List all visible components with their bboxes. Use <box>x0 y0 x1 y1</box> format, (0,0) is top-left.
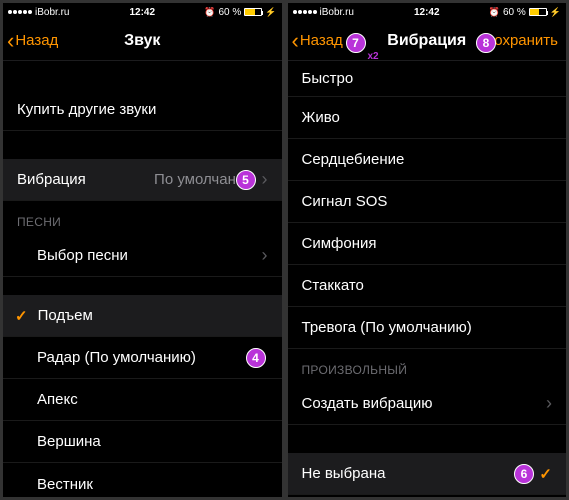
tone-row-apex[interactable]: Апекс <box>3 379 282 421</box>
battery-icon <box>529 8 547 16</box>
alarm-icon: ⏰ <box>204 7 215 18</box>
vibration-list[interactable]: Быстро Живо Сердцебиение Сигнал SOS Симф… <box>288 61 567 497</box>
battery-icon <box>244 8 262 16</box>
signal-dots-icon <box>8 10 32 14</box>
chevron-left-icon: ‹ <box>7 30 14 52</box>
pattern-row-heartbeat[interactable]: Сердцебиение <box>288 139 567 181</box>
status-bar: iBobr.ru 12:42 ⏰ 60 % ⚡ <box>288 3 567 21</box>
choose-song-row[interactable]: Выбор песни › <box>3 235 282 277</box>
vibration-row[interactable]: Вибрация По умолчанию › 5 <box>3 159 282 201</box>
clock-label: 12:42 <box>414 7 440 18</box>
charging-icon: ⚡ <box>265 7 276 18</box>
nav-bar: ‹ Назад Вибрация Сохранить 7 x2 8 <box>288 21 567 61</box>
charging-icon: ⚡ <box>550 7 561 18</box>
alarm-icon: ⏰ <box>489 7 500 18</box>
pattern-row-alert[interactable]: Тревога (По умолчанию) <box>288 307 567 349</box>
chevron-right-icon: › <box>262 245 268 266</box>
pattern-row-symphony[interactable]: Симфония <box>288 223 567 265</box>
phone-vibration-screen: iBobr.ru 12:42 ⏰ 60 % ⚡ ‹ Назад Вибрация… <box>288 3 567 497</box>
phone-sound-screen: iBobr.ru 12:42 ⏰ 60 % ⚡ ‹ Назад Звук Куп… <box>3 3 282 497</box>
back-label: Назад <box>300 32 343 49</box>
back-button[interactable]: ‹ Назад <box>3 30 58 52</box>
battery-percent: 60 % <box>503 7 526 18</box>
back-button[interactable]: ‹ Назад <box>288 30 343 52</box>
songs-header: ПЕСНИ <box>3 201 282 235</box>
nav-bar: ‹ Назад Звук <box>3 21 282 61</box>
pattern-row-staccato[interactable]: Стаккато <box>288 265 567 307</box>
back-label: Назад <box>15 32 58 49</box>
carrier-label: iBobr.ru <box>320 7 354 18</box>
tone-row-herald[interactable]: Вестник <box>3 463 282 497</box>
pattern-row-sos[interactable]: Сигнал SOS <box>288 181 567 223</box>
carrier-label: iBobr.ru <box>35 7 69 18</box>
tone-row-radar[interactable]: Радар (По умолчанию) 4 <box>3 337 282 379</box>
clock-label: 12:42 <box>129 7 155 18</box>
chevron-right-icon: › <box>262 169 268 190</box>
pattern-row-lively[interactable]: Живо <box>288 97 567 139</box>
buy-sounds-row[interactable]: Купить другие звуки <box>3 89 282 131</box>
annotation-badge-5: 5 <box>236 170 256 190</box>
chevron-right-icon: › <box>546 393 552 414</box>
sound-list[interactable]: Купить другие звуки Вибрация По умолчани… <box>3 61 282 497</box>
annotation-badge-6: 6 <box>514 464 534 484</box>
annotation-badge-7: 7 <box>346 33 366 53</box>
pattern-row-fast[interactable]: Быстро <box>288 61 567 97</box>
nav-title: Вибрация <box>387 32 466 50</box>
annotation-badge-8: 8 <box>476 33 496 53</box>
none-selected-row[interactable]: Не выбрана 6 ✓ <box>288 453 567 495</box>
nav-title: Звук <box>124 32 160 50</box>
check-icon: ✓ <box>539 465 552 483</box>
create-vibration-row[interactable]: Создать вибрацию › <box>288 383 567 425</box>
tone-row-rise[interactable]: ✓ Подъем <box>3 295 282 337</box>
tone-row-summit[interactable]: Вершина <box>3 421 282 463</box>
signal-dots-icon <box>293 10 317 14</box>
check-icon: ✓ <box>15 307 28 325</box>
annotation-badge-4: 4 <box>246 348 266 368</box>
status-bar: iBobr.ru 12:42 ⏰ 60 % ⚡ <box>3 3 282 21</box>
custom-header: ПРОИЗВОЛЬНЫЙ <box>288 349 567 383</box>
chevron-left-icon: ‹ <box>292 30 299 52</box>
battery-percent: 60 % <box>218 7 241 18</box>
